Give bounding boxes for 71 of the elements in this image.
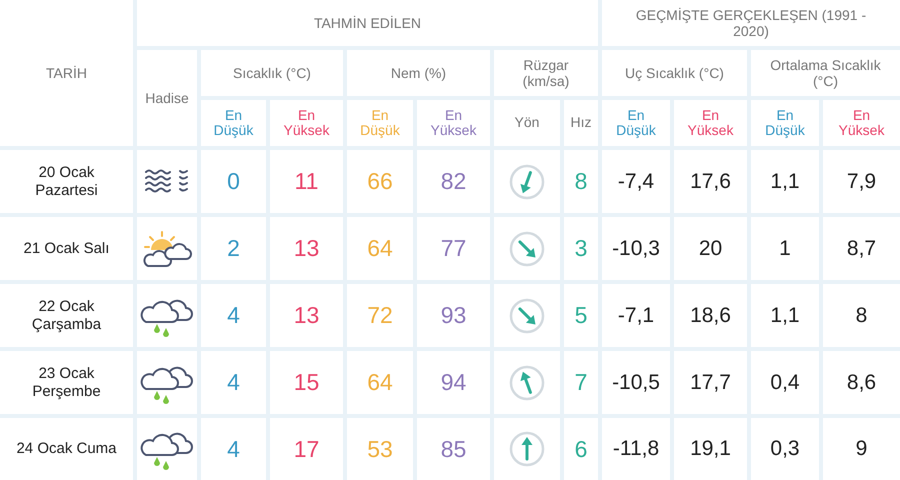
- table-cell: 8,7: [823, 217, 900, 280]
- table-cell: 66: [347, 150, 413, 213]
- table-cell: 85: [417, 418, 490, 480]
- column-header: Uç Sıcaklık (°C): [602, 50, 747, 96]
- column-header: En Yüksek: [270, 100, 343, 146]
- table-cell: -11,8: [602, 418, 670, 480]
- date-cell: 21 Ocak Salı: [0, 217, 133, 280]
- table-cell: 82: [417, 150, 490, 213]
- table-cell: 18,6: [674, 284, 747, 347]
- column-header: En Düşük: [602, 100, 670, 146]
- column-header: En Yüksek: [417, 100, 490, 146]
- table-cell: 53: [347, 418, 413, 480]
- column-header: Sıcaklık (°C): [201, 50, 343, 96]
- table-cell: 8: [564, 150, 598, 213]
- date-cell: 23 Ocak Perşembe: [0, 351, 133, 414]
- column-header: En Düşük: [751, 100, 819, 146]
- sun-cloud-icon: [142, 230, 192, 268]
- column-header: Rüzgar (km/sa): [494, 50, 598, 96]
- date-cell: 24 Ocak Cuma: [0, 418, 133, 480]
- table-cell: 2: [201, 217, 266, 280]
- table-cell: 3: [564, 217, 598, 280]
- table-cell: -7,1: [602, 284, 670, 347]
- table-cell: 1: [751, 217, 819, 280]
- table-cell: 17,6: [674, 150, 747, 213]
- table-cell: 94: [417, 351, 490, 414]
- fog-icon: [144, 168, 190, 196]
- table-cell: 7,9: [823, 150, 900, 213]
- table-cell: 0: [201, 150, 266, 213]
- column-header: Hız: [564, 100, 598, 146]
- table-cell: 17: [270, 418, 343, 480]
- table-cell: 8,6: [823, 351, 900, 414]
- table-cell: 4: [201, 418, 266, 480]
- table-cell: 5: [564, 284, 598, 347]
- table-cell: 64: [347, 217, 413, 280]
- table-cell: 64: [347, 351, 413, 414]
- table-cell: -10,3: [602, 217, 670, 280]
- column-header: TAHMİN EDİLEN: [137, 0, 598, 46]
- table-cell: 20: [674, 217, 747, 280]
- table-cell: 0,3: [751, 418, 819, 480]
- table-cell: 11: [270, 150, 343, 213]
- table-cell: 6: [564, 418, 598, 480]
- column-header: GEÇMİŞTE GERÇEKLEŞEN (1991 - 2020): [634, 6, 868, 40]
- column-header: TARİH: [0, 0, 133, 146]
- table-cell: 9: [823, 418, 900, 480]
- date-cell: 22 Ocak Çarşamba: [0, 284, 133, 347]
- table-cell: -10,5: [602, 351, 670, 414]
- table-cell: 1,1: [751, 150, 819, 213]
- table-cell: 13: [270, 217, 343, 280]
- table-cell: 1,1: [751, 284, 819, 347]
- table-cell: 0,4: [751, 351, 819, 414]
- column-header: En Düşük: [201, 100, 266, 146]
- table-cell: 77: [417, 217, 490, 280]
- table-cell: 15: [270, 351, 343, 414]
- table-cell: 72: [347, 284, 413, 347]
- column-header: Ortalama Sıcaklık (°C): [751, 50, 900, 96]
- date-cell: 20 Ocak Pazartesi: [0, 150, 133, 213]
- table-cell: 4: [201, 351, 266, 414]
- table-cell: 17,7: [674, 351, 747, 414]
- table-cell: 8: [823, 284, 900, 347]
- column-header: Hadise: [137, 50, 197, 146]
- table-cell: 7: [564, 351, 598, 414]
- table-cell: 19,1: [674, 418, 747, 480]
- column-header: Yön: [494, 100, 560, 146]
- table-cell: 4: [201, 284, 266, 347]
- table-cell: 13: [270, 284, 343, 347]
- column-header: En Yüksek: [674, 100, 747, 146]
- table-cell: 93: [417, 284, 490, 347]
- column-header: Nem (%): [347, 50, 490, 96]
- column-header: En Yüksek: [823, 100, 900, 146]
- column-header: En Düşük: [347, 100, 413, 146]
- table-cell: -7,4: [602, 150, 670, 213]
